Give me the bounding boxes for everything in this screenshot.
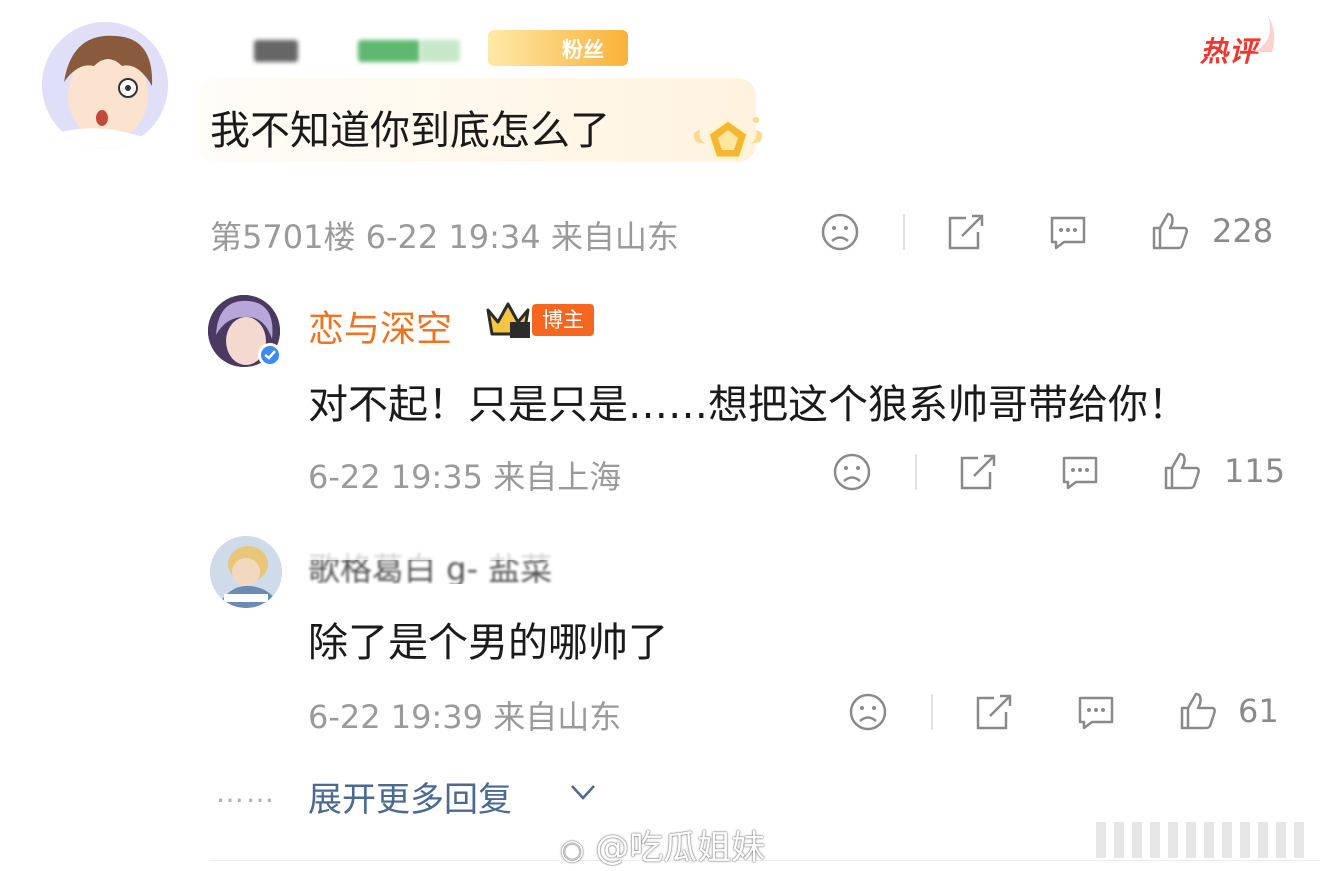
share-icon[interactable]: [944, 212, 986, 252]
bubble-gem-icon: [693, 117, 763, 160]
fan-badge-label: 粉丝: [562, 38, 604, 62]
reply-meta: 6-22 19:39 来自山东: [308, 692, 621, 738]
watermark-stripes-decoration: [1096, 822, 1304, 858]
action-divider: [903, 214, 905, 250]
flame-decoration-icon: [1254, 16, 1275, 52]
share-icon[interactable]: [972, 692, 1014, 732]
replier-name[interactable]: 歌格葛白 g- 盐菜: [308, 540, 618, 584]
commenter-name-blur-2: [358, 40, 420, 62]
blogger-badge: 博主: [484, 300, 596, 340]
reply-meta: 6-22 19:35 来自上海: [308, 452, 621, 498]
comment-icon[interactable]: [1046, 212, 1090, 252]
blogger-avatar[interactable]: [208, 295, 282, 367]
blogger-badge-label: 博主: [532, 304, 594, 336]
reply-location: 来自山东: [493, 698, 622, 736]
share-icon[interactable]: [956, 452, 998, 492]
commenter-avatar[interactable]: [42, 22, 168, 148]
fan-badge: 粉丝: [488, 30, 628, 66]
comment-location: 来自山东: [550, 218, 679, 256]
dislike-face-icon[interactable]: [832, 452, 872, 492]
dislike-face-icon[interactable]: [820, 212, 860, 252]
watermark: ◉ @吃瓜姐妹: [560, 820, 765, 869]
watermark-text: @吃瓜姐妹: [595, 828, 766, 868]
action-divider: [931, 694, 933, 730]
comment-meta: 第5701楼 6-22 19:34 来自山东: [210, 212, 679, 258]
like-count: 61: [1238, 692, 1279, 730]
crown-icon: [486, 302, 530, 338]
chevron-down-icon[interactable]: [568, 780, 598, 804]
action-divider: [915, 454, 917, 490]
comment-text: 我不知道你到底怎么了: [210, 108, 610, 154]
like-thumb-icon[interactable]: [1176, 690, 1220, 734]
commenter-name-blur-3: [420, 40, 460, 62]
comment-time: 6-22 19:34: [365, 218, 541, 256]
floor-number: 第5701楼: [210, 218, 356, 256]
commenter-name-blur[interactable]: [254, 40, 298, 62]
like-thumb-icon[interactable]: [1160, 450, 1204, 494]
reply-text: 除了是个男的哪帅了: [308, 620, 668, 666]
comment-icon[interactable]: [1074, 692, 1118, 732]
dislike-face-icon[interactable]: [848, 692, 888, 732]
reply-location: 来自上海: [493, 458, 622, 496]
verified-badge-icon: [258, 343, 282, 367]
reply-time: 6-22 19:35: [308, 458, 484, 496]
ellipsis-divider: ……: [216, 776, 276, 809]
reply-text: 对不起！只是只是……想把这个狼系帅哥带给你！: [308, 382, 1188, 428]
weibo-logo-icon: ◉: [560, 833, 585, 866]
comment-icon[interactable]: [1058, 452, 1102, 492]
like-count: 228: [1212, 212, 1274, 250]
expand-more-replies-link[interactable]: 展开更多回复: [308, 772, 512, 821]
blogger-name[interactable]: 恋与深空: [308, 300, 452, 352]
like-thumb-icon[interactable]: [1148, 210, 1192, 254]
replier-avatar[interactable]: [210, 536, 282, 608]
reply-time: 6-22 19:39: [308, 698, 484, 736]
like-count: 115: [1224, 452, 1286, 490]
